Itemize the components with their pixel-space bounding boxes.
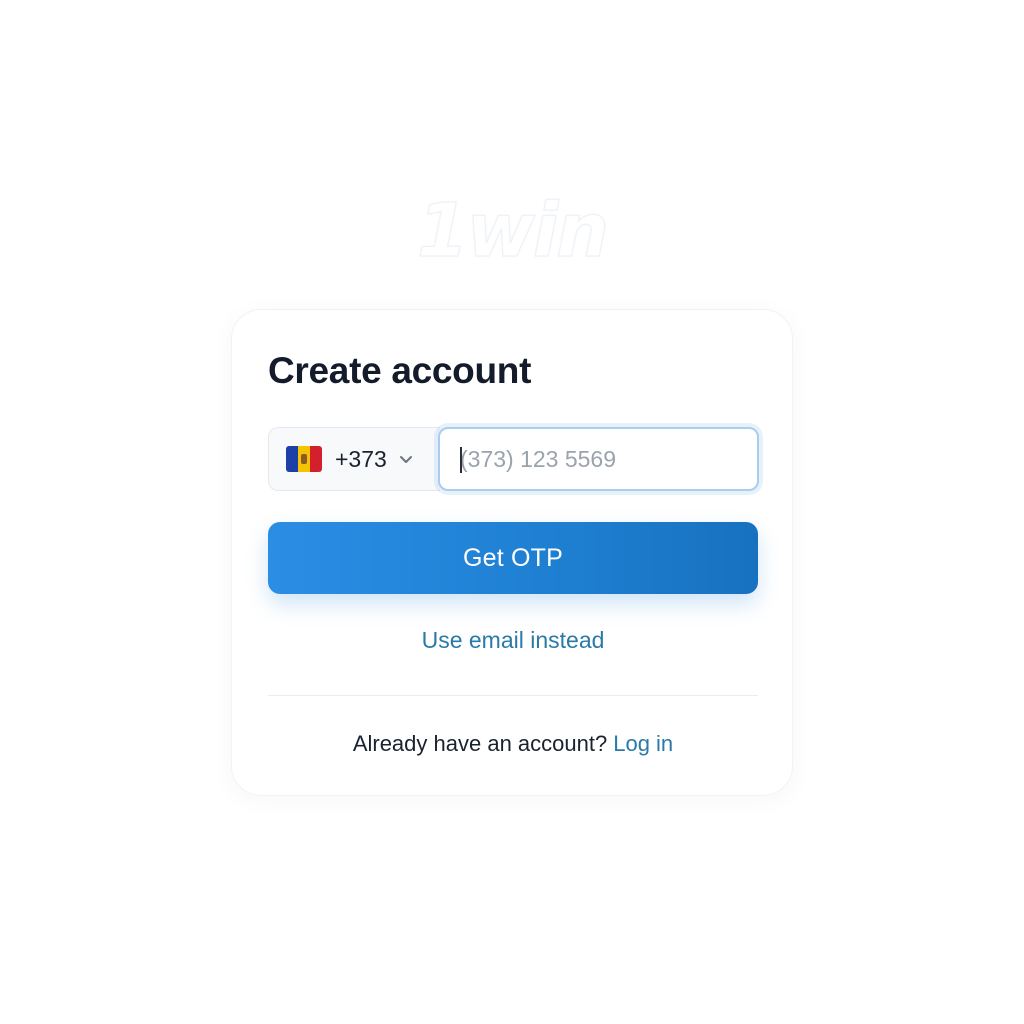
page: 1win Create account +373 Get OTP Use ema… [0, 0, 1024, 1024]
moldova-flag-icon [286, 446, 322, 472]
login-link[interactable]: Log in [613, 731, 673, 756]
chevron-down-icon [397, 450, 415, 468]
text-caret [460, 447, 462, 473]
get-otp-button[interactable]: Get OTP [268, 522, 758, 594]
country-code-selector[interactable]: +373 [268, 427, 440, 491]
dial-code-label: +373 [335, 445, 387, 472]
signup-card: Create account +373 Get OTP Use email in… [231, 309, 793, 796]
login-prompt-text: Already have an account? [352, 731, 608, 756]
page-title: Create account [268, 350, 532, 391]
login-prompt-row: Already have an account? Log in [268, 731, 758, 757]
phone-number-input[interactable] [440, 429, 757, 489]
divider [268, 695, 758, 696]
brand-logo: 1win [416, 187, 609, 274]
use-email-link[interactable]: Use email instead [268, 627, 758, 654]
phone-input-container [438, 427, 759, 491]
